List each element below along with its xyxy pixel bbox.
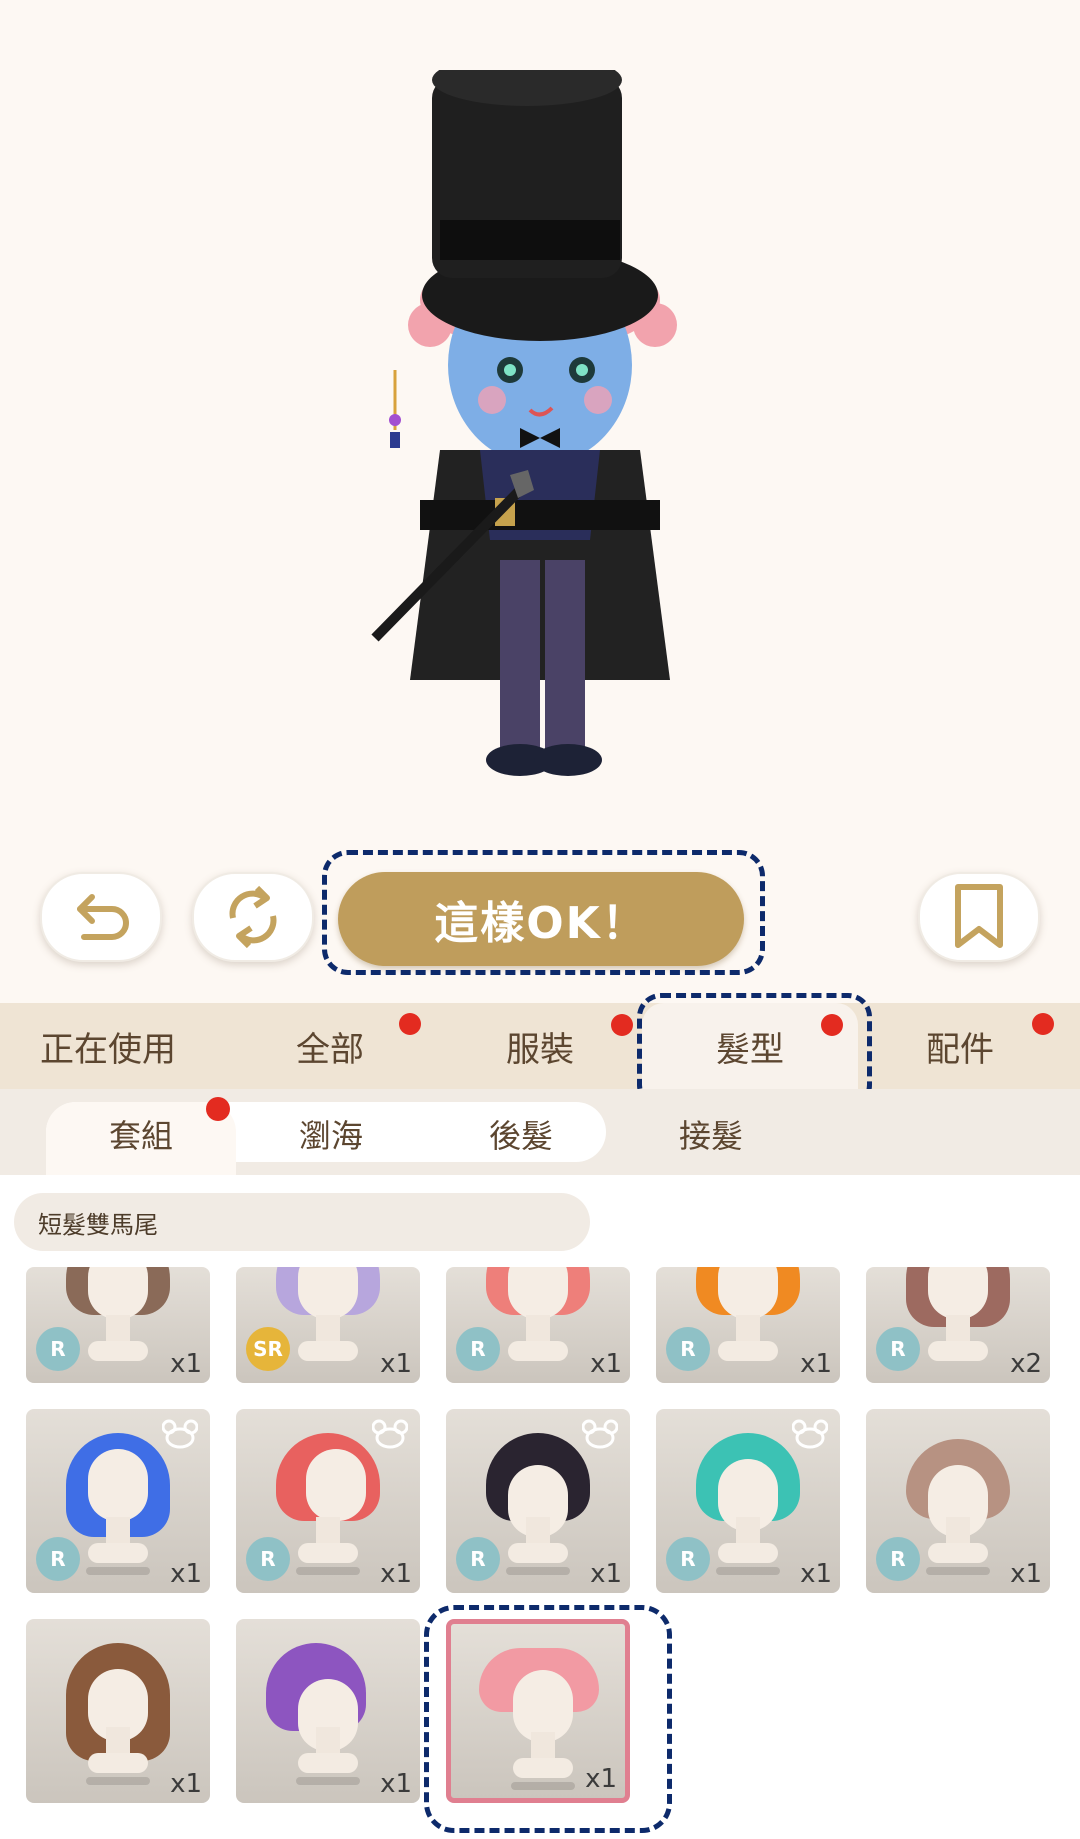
mannequin-shadow — [926, 1567, 990, 1575]
hair-item-card[interactable]: SR x1 — [236, 1267, 420, 1383]
hair-item-card[interactable]: R x1 — [26, 1267, 210, 1383]
highlight-selected-item — [424, 1605, 672, 1833]
mannequin-head — [928, 1267, 988, 1319]
mannequin-head — [306, 1449, 366, 1521]
mannequin-base — [928, 1543, 988, 1563]
tab-label: 配件 — [926, 1029, 994, 1070]
mannequin-shadow — [86, 1567, 150, 1575]
mannequin-base — [88, 1753, 148, 1773]
item-count: x1 — [590, 1559, 622, 1589]
item-count: x1 — [1010, 1559, 1042, 1589]
hair-item-card[interactable]: x1 — [236, 1619, 420, 1803]
mannequin-base — [298, 1753, 358, 1773]
item-count: x1 — [380, 1559, 412, 1589]
bear-ears-icon — [372, 1419, 408, 1449]
rarity-badge: R — [36, 1537, 80, 1581]
bookmark-icon — [955, 884, 1003, 948]
item-count: x1 — [170, 1769, 202, 1799]
rarity-badge: R — [456, 1537, 500, 1581]
mannequin-base — [298, 1341, 358, 1361]
bear-ears-icon — [582, 1419, 618, 1449]
mannequin-shadow — [506, 1567, 570, 1575]
mannequin-base — [508, 1341, 568, 1361]
rarity-badge: SR — [246, 1327, 290, 1371]
avatar-character — [371, 70, 677, 776]
hair-item-card[interactable]: R x1 — [446, 1409, 630, 1593]
undo-button[interactable] — [40, 872, 162, 962]
highlight-ok — [322, 850, 765, 975]
notification-dot — [1032, 1013, 1054, 1035]
hair-item-card[interactable]: R x1 — [236, 1409, 420, 1593]
mannequin-shadow — [716, 1567, 780, 1575]
hair-item-card[interactable]: R x1 — [26, 1409, 210, 1593]
rarity-badge: R — [36, 1327, 80, 1371]
item-count: x1 — [170, 1559, 202, 1589]
mannequin-base — [508, 1543, 568, 1563]
hair-item-card[interactable]: R x1 — [656, 1409, 840, 1593]
rarity-badge: R — [456, 1327, 500, 1371]
rarity-badge: R — [876, 1327, 920, 1371]
tab-label: 全部 — [296, 1029, 364, 1070]
hair-item-card[interactable]: R x2 — [866, 1267, 1050, 1383]
item-count: x2 — [1010, 1349, 1042, 1379]
item-count: x1 — [380, 1769, 412, 1799]
bear-ears-icon — [792, 1419, 828, 1449]
tab-label: 服裝 — [506, 1029, 574, 1070]
mannequin-head — [88, 1267, 148, 1319]
mannequin-base — [718, 1341, 778, 1361]
hair-item-card[interactable]: R x1 — [866, 1409, 1050, 1593]
subtab-back-hair[interactable]: 後髮 — [426, 1104, 616, 1164]
item-count: x1 — [590, 1349, 622, 1379]
notification-dot — [611, 1014, 633, 1036]
mannequin-shadow — [296, 1567, 360, 1575]
bear-ears-icon — [162, 1419, 198, 1449]
mannequin-base — [928, 1341, 988, 1361]
item-count: x1 — [800, 1559, 832, 1589]
refresh-icon — [229, 885, 277, 949]
rarity-badge: R — [666, 1327, 710, 1371]
mannequin-base — [88, 1341, 148, 1361]
notification-dot — [206, 1097, 230, 1121]
hair-item-card[interactable]: R x1 — [446, 1267, 630, 1383]
item-count: x1 — [800, 1349, 832, 1379]
notification-dot — [399, 1013, 421, 1035]
mannequin-base — [88, 1543, 148, 1563]
randomize-button[interactable] — [192, 872, 314, 962]
rarity-badge: R — [876, 1537, 920, 1581]
mannequin-base — [718, 1543, 778, 1563]
filter-label[interactable]: 短髮雙馬尾 — [14, 1193, 590, 1251]
rarity-badge: R — [666, 1537, 710, 1581]
mannequin-head — [508, 1267, 568, 1319]
mannequin-head — [298, 1267, 358, 1319]
tab-label: 正在使用 — [40, 1029, 176, 1070]
subtab-extensions[interactable]: 接髮 — [616, 1104, 806, 1164]
mannequin-head — [718, 1267, 778, 1319]
mannequin-head — [88, 1449, 148, 1521]
mannequin-shadow — [296, 1777, 360, 1785]
save-outfit-button[interactable] — [918, 872, 1040, 962]
subtab-bangs[interactable]: 瀏海 — [236, 1104, 426, 1164]
mannequin-shadow — [86, 1777, 150, 1785]
item-count: x1 — [170, 1349, 202, 1379]
mannequin-base — [298, 1543, 358, 1563]
rarity-badge: R — [246, 1537, 290, 1581]
tab-in-use[interactable]: 正在使用 — [0, 1003, 216, 1089]
hair-item-card[interactable]: x1 — [26, 1619, 210, 1803]
undo-icon — [77, 894, 129, 940]
hair-item-card[interactable]: R x1 — [656, 1267, 840, 1383]
item-count: x1 — [380, 1349, 412, 1379]
